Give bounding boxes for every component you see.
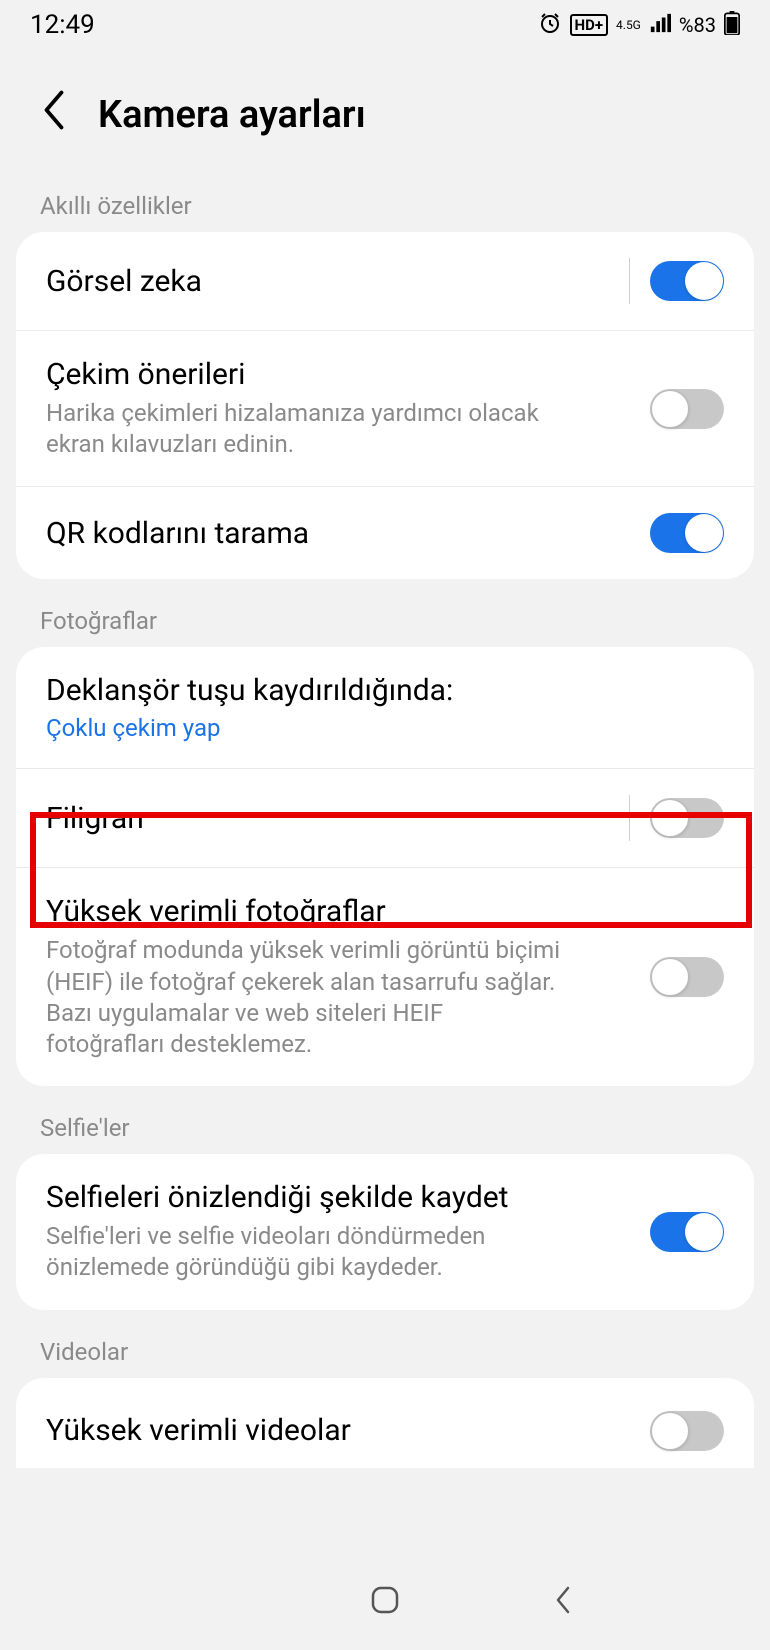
network-icon: 4.5G	[616, 19, 641, 31]
card-photos: Deklanşör tuşu kaydırıldığında: Çoklu çe…	[16, 647, 754, 1086]
selfie-sub: Selfie'leri ve selfie videoları döndürme…	[46, 1221, 566, 1283]
card-smart: Görsel zeka Çekim önerileri Harika çekim…	[16, 232, 754, 579]
shot-sub: Harika çekimleri hizalamanıza yardımcı o…	[46, 398, 566, 460]
divider	[629, 258, 630, 304]
hd-icon: HD+	[570, 14, 609, 36]
divider	[629, 795, 630, 841]
shutter-link: Çoklu çekim yap	[46, 714, 724, 742]
section-photos-label: Fotoğraflar	[0, 579, 770, 647]
shutter-title: Deklanşör tuşu kaydırıldığında:	[46, 673, 724, 708]
toggle-qr[interactable]	[650, 513, 724, 553]
row-shot-suggestions[interactable]: Çekim önerileri Harika çekimleri hizalam…	[16, 330, 754, 486]
scene-title: Görsel zeka	[46, 264, 619, 299]
status-time: 12:49	[30, 10, 95, 40]
selfie-title: Selfieleri önizlendiği şekilde kaydet	[46, 1180, 650, 1215]
row-watermark[interactable]: Filigran	[16, 768, 754, 867]
nav-bar	[0, 1550, 770, 1650]
qr-title: QR kodlarını tarama	[46, 516, 650, 551]
alarm-icon	[538, 11, 562, 40]
row-scene-optimizer[interactable]: Görsel zeka	[16, 232, 754, 330]
nav-back[interactable]	[542, 1580, 582, 1620]
toggle-shot[interactable]	[650, 389, 724, 429]
card-selfies: Selfieleri önizlendiği şekilde kaydet Se…	[16, 1154, 754, 1309]
row-selfie-save[interactable]: Selfieleri önizlendiği şekilde kaydet Se…	[16, 1154, 754, 1309]
toggle-heif[interactable]	[650, 957, 724, 997]
row-shutter-swipe[interactable]: Deklanşör tuşu kaydırıldığında: Çoklu çe…	[16, 647, 754, 768]
row-qr-scan[interactable]: QR kodlarını tarama	[16, 486, 754, 579]
card-videos: Yüksek verimli videolar	[16, 1378, 754, 1468]
toggle-selfie[interactable]	[650, 1212, 724, 1252]
toggle-hevc[interactable]	[650, 1411, 724, 1451]
toggle-watermark[interactable]	[650, 798, 724, 838]
section-smart-label: Akıllı özellikler	[0, 180, 770, 232]
hevc-title: Yüksek verimli videolar	[46, 1413, 650, 1448]
back-button[interactable]	[40, 90, 68, 140]
watermark-title: Filigran	[46, 801, 619, 836]
nav-home[interactable]	[365, 1580, 405, 1620]
section-videos-label: Videolar	[0, 1310, 770, 1378]
row-hevc[interactable]: Yüksek verimli videolar	[16, 1378, 754, 1468]
page-header: Kamera ayarları	[0, 50, 770, 180]
battery-text: %83	[679, 13, 716, 37]
row-heif[interactable]: Yüksek verimli fotoğraflar Fotoğraf modu…	[16, 867, 754, 1086]
shot-title: Çekim önerileri	[46, 357, 650, 392]
battery-icon	[724, 11, 740, 40]
section-selfies-label: Selfie'ler	[0, 1086, 770, 1154]
heif-title: Yüksek verimli fotoğraflar	[46, 894, 650, 929]
status-bar: 12:49 HD+ 4.5G %83	[0, 0, 770, 50]
toggle-scene[interactable]	[650, 261, 724, 301]
status-icons: HD+ 4.5G %83	[538, 11, 740, 40]
signal-icon	[649, 12, 671, 39]
heif-sub: Fotoğraf modunda yüksek verimli görüntü …	[46, 935, 566, 1060]
page-title: Kamera ayarları	[98, 93, 366, 137]
